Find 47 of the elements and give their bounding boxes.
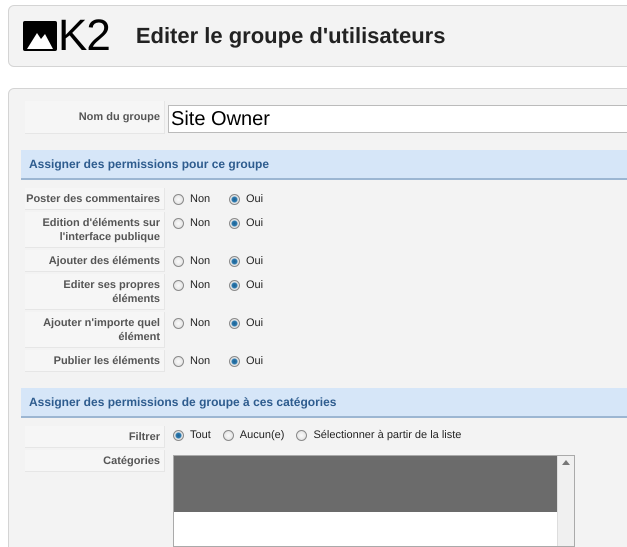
option-label: Non bbox=[190, 279, 210, 291]
radio-button[interactable] bbox=[173, 256, 184, 266]
field-label: Edition d'éléments sur l'interface publique bbox=[25, 212, 165, 248]
option-label: Oui bbox=[246, 255, 264, 267]
field-label: Poster des commentaires bbox=[25, 188, 165, 210]
option-label: Non bbox=[190, 255, 210, 267]
field-label: Publier les éléments bbox=[25, 350, 165, 372]
option-label: Tout bbox=[190, 429, 211, 441]
option-label: Oui bbox=[246, 193, 264, 205]
field-label: Ajouter des éléments bbox=[25, 250, 165, 272]
radio-button[interactable] bbox=[229, 218, 240, 228]
radio-button[interactable] bbox=[173, 430, 184, 440]
field-label: Filtrer bbox=[25, 426, 165, 448]
logo-text: K2 bbox=[58, 14, 110, 58]
field-label: Editer ses propres éléments bbox=[25, 274, 165, 310]
mountain-logo-icon bbox=[23, 21, 57, 51]
option-label: Oui bbox=[246, 279, 264, 291]
radio-button[interactable] bbox=[229, 318, 240, 328]
radio-button[interactable] bbox=[296, 430, 308, 440]
field-label: Ajouter n'importe quel élément bbox=[25, 312, 165, 348]
option-label: Non bbox=[190, 355, 210, 367]
field-label: Catégories bbox=[25, 450, 165, 472]
scroll-up-icon[interactable] bbox=[562, 460, 570, 465]
radio-button[interactable] bbox=[229, 194, 240, 204]
radio-button[interactable] bbox=[173, 218, 184, 228]
option-label: Sélectionner à partir de la liste bbox=[313, 429, 462, 441]
section-header: Assigner des permissions de groupe à ces catégories bbox=[21, 388, 627, 418]
radio-button[interactable] bbox=[229, 256, 240, 266]
group-name-field[interactable]: Site Owner bbox=[168, 105, 627, 133]
section-header: Assigner des permissions pour ce groupe bbox=[21, 150, 627, 180]
option-label: Aucun(e) bbox=[240, 429, 284, 441]
radio-button[interactable] bbox=[173, 194, 184, 204]
option-label: Non bbox=[190, 217, 210, 229]
category-list[interactable] bbox=[173, 455, 575, 547]
field-label: Nom du groupe bbox=[25, 101, 165, 134]
page-title: Editer le groupe d'utilisateurs bbox=[136, 23, 446, 49]
radio-button[interactable] bbox=[229, 280, 240, 290]
radio-button[interactable] bbox=[229, 356, 240, 366]
option-label: Non bbox=[190, 193, 210, 205]
option-label: Oui bbox=[246, 317, 264, 329]
option-label: Oui bbox=[246, 355, 264, 367]
radio-button[interactable] bbox=[173, 280, 184, 290]
option-label: Non bbox=[190, 317, 210, 329]
radio-button[interactable] bbox=[173, 318, 184, 328]
option-label: Oui bbox=[246, 217, 264, 229]
radio-button[interactable] bbox=[222, 430, 234, 440]
radio-button[interactable] bbox=[173, 356, 184, 366]
